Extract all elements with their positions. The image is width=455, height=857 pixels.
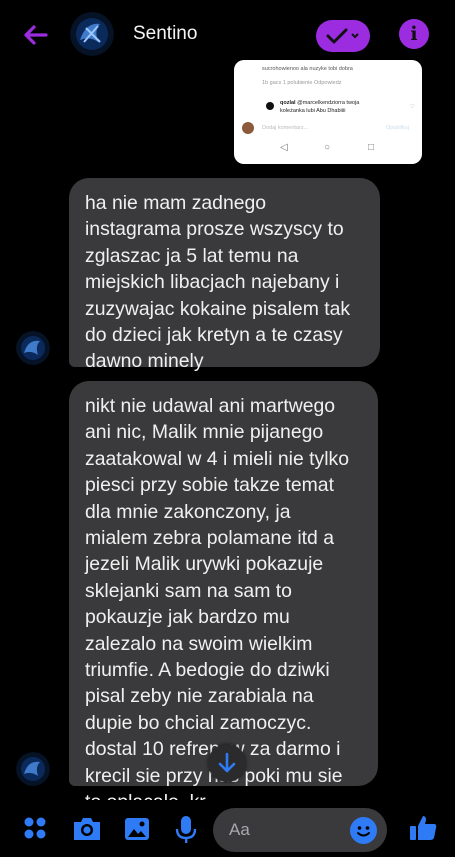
attachment-comment-input: Dodaj komentarz... <box>262 125 309 131</box>
message-line: miejskich libacjach najebany i <box>85 271 340 294</box>
message-input[interactable]: Aa <box>213 808 387 852</box>
message-line: do dzieci jak kretyn a te czasy <box>85 324 343 347</box>
contact-name[interactable]: Sentino <box>133 23 197 45</box>
attachment-post-label: Opublikuj <box>386 125 409 131</box>
android-back-icon: ◁ <box>280 142 288 153</box>
attachment-comment-meta: 1b gacs 1 polubienie Odpowiedz <box>262 80 342 86</box>
image-attachment[interactable]: sucrohowienoo ala nuzyke tobi dobra 1b g… <box>234 60 422 164</box>
attachment-comment-text-2: koleżanka lubi Abu Dhabiiii <box>280 108 346 114</box>
user-avatar <box>242 122 254 134</box>
gallery-icon[interactable] <box>123 815 151 843</box>
attachment-comment-user: qozlal <box>280 100 296 106</box>
scroll-down-button[interactable] <box>208 744 246 782</box>
message-line: sklejanki sam na sam to <box>85 579 292 602</box>
message-line: nikt nie udawal ani martwego <box>85 395 336 417</box>
message-line: zaatakowal w 4 i mieli nie tylko <box>85 447 350 470</box>
message-line: pokauzje jak bardzo mu <box>85 606 290 629</box>
message-line: dawno minely <box>85 350 204 373</box>
check-dropdown-icon <box>326 28 359 44</box>
message-line: zglaszac ja 5 lat temu na <box>85 244 299 267</box>
microphone-icon[interactable] <box>175 815 197 845</box>
arrow-down-icon <box>218 752 236 773</box>
message-line: mialem zebra polamane itd a <box>85 527 334 550</box>
message-line: jezeli Malik urywki pokazuje <box>85 553 324 576</box>
message-line: pisal zeby nie zarabiala na <box>85 685 314 708</box>
message-line: dupie bo chcial zamoczyc. <box>85 711 312 734</box>
message-input-placeholder: Aa <box>229 820 250 839</box>
message-bubble[interactable]: ha nie mam zadnego instagrama prosze wsz… <box>69 178 380 372</box>
back-arrow-icon[interactable] <box>20 20 50 50</box>
android-home-icon: ○ <box>324 142 331 153</box>
message-line: instagrama prosze wszyscy to <box>85 218 344 241</box>
sender-avatar[interactable] <box>16 752 50 786</box>
message-line: zuzywajac kokaine pisalem tak <box>85 297 351 320</box>
thumbs-up-icon[interactable] <box>408 813 438 843</box>
message-line: ha nie mam zadnego <box>85 192 267 214</box>
commenter-avatar <box>266 102 274 110</box>
android-recents-icon: □ <box>368 142 375 153</box>
camera-icon[interactable] <box>71 815 103 843</box>
heart-icon: ♡ <box>410 104 415 110</box>
message-line: triumfie. A bedogie do dziwki <box>85 659 330 682</box>
apps-menu-icon[interactable] <box>22 815 48 841</box>
contact-avatar[interactable] <box>70 12 114 56</box>
message-bubble[interactable]: nikt nie udawal ani martwego ani nic, Ma… <box>69 381 378 813</box>
message-line: dla mnie zakonczony, ja <box>85 500 291 523</box>
emoji-icon[interactable] <box>350 817 377 844</box>
message-line: zalezalo na swoim wielkim <box>85 632 313 655</box>
call-options-button[interactable] <box>316 20 370 52</box>
message-line: ani nic, Malik mnie pijanego <box>85 421 324 444</box>
info-icon[interactable]: i <box>399 19 429 49</box>
attachment-comment-line: sucrohowienoo ala nuzyke tobi dobra <box>262 66 353 72</box>
message-line: piesci przy sobie takze temat <box>85 474 334 497</box>
attachment-comment-text: @marcelkendziorra twoja <box>297 100 360 106</box>
sender-avatar[interactable] <box>16 331 50 365</box>
